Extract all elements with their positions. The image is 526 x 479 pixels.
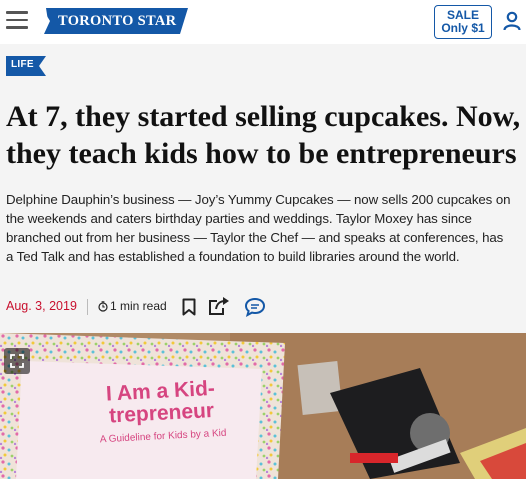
article-meta: Aug. 3, 2019 1 min read xyxy=(6,296,306,318)
logo-text: TORONTO STAR xyxy=(58,13,177,29)
toronto-star-logo[interactable]: TORONTO STAR xyxy=(40,8,188,34)
user-icon[interactable] xyxy=(503,11,521,31)
top-bar: TORONTO STAR SALE Only $1 xyxy=(0,0,526,44)
publish-date: Aug. 3, 2019 xyxy=(6,299,77,313)
sale-subscribe-button[interactable]: SALE Only $1 xyxy=(434,5,492,39)
share-icon[interactable] xyxy=(208,296,230,316)
read-time: 1 min read xyxy=(110,299,167,313)
bookmark-icon[interactable] xyxy=(182,298,196,316)
section-tag[interactable]: LIFE xyxy=(6,56,46,76)
expand-icon xyxy=(10,354,24,368)
meta-divider xyxy=(87,299,88,315)
clock-icon xyxy=(98,301,108,312)
comment-icon[interactable] xyxy=(244,297,266,317)
article-summary: Delphine Dauphin’s business — Joy’s Yumm… xyxy=(6,192,511,264)
headline: At 7, they started selling cupcakes. Now… xyxy=(6,100,521,170)
hamburger-icon[interactable] xyxy=(6,11,28,31)
sale-price-label: Only $1 xyxy=(441,21,485,35)
expand-image-button[interactable] xyxy=(4,348,30,374)
section-label: LIFE xyxy=(11,59,34,70)
